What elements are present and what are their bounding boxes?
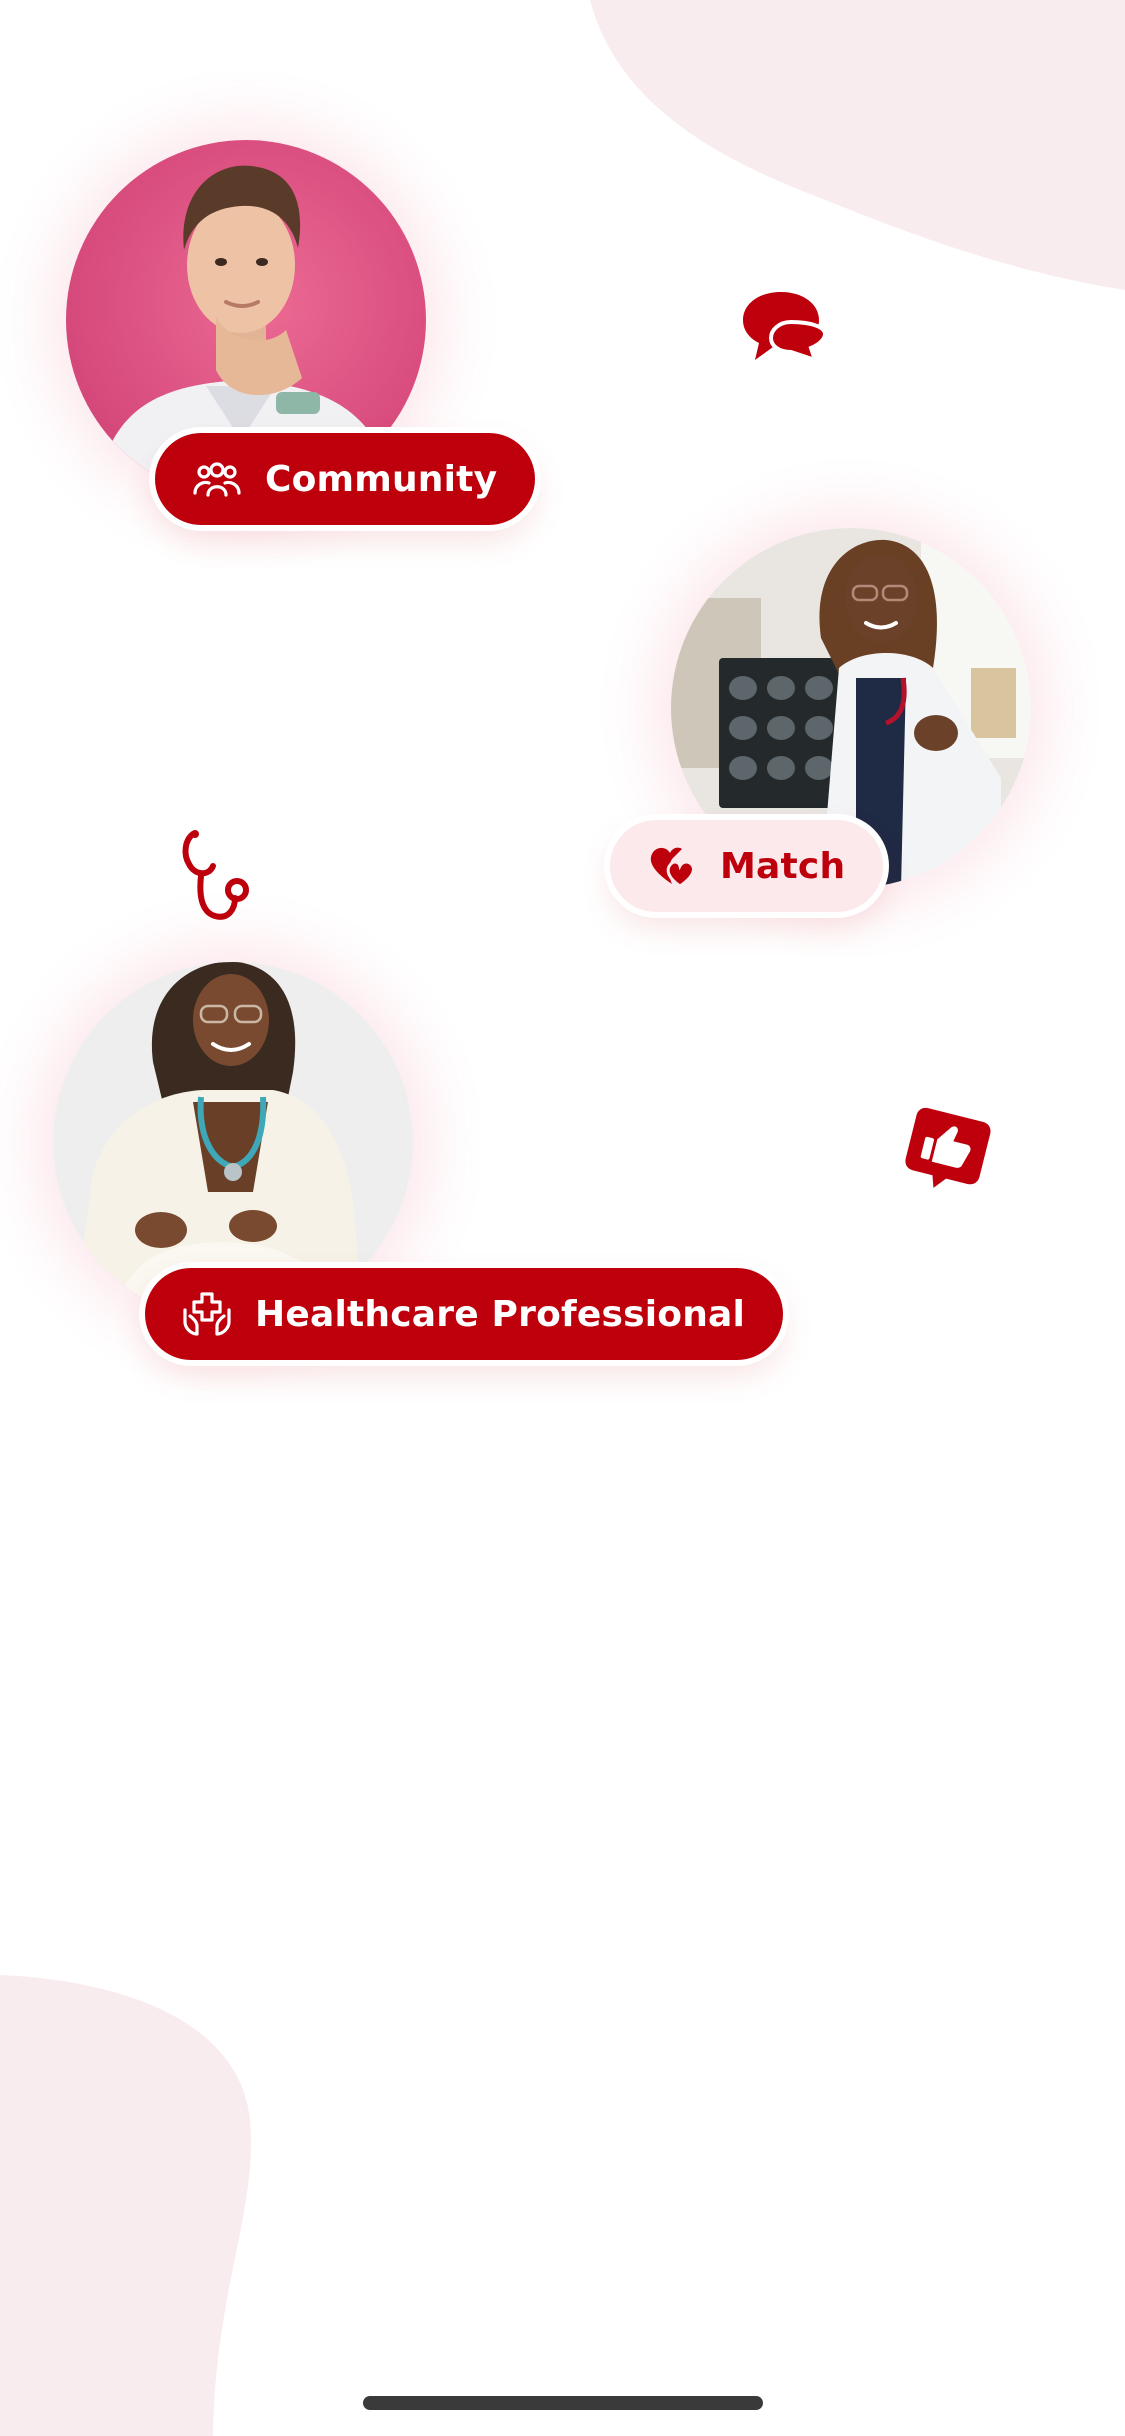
hearts-icon <box>646 840 698 892</box>
match-label: Match <box>720 845 846 887</box>
community-pill[interactable]: Community <box>155 433 536 525</box>
people-group-icon <box>191 453 243 505</box>
chat-bubbles-icon <box>743 292 827 364</box>
healthcare-professional-pill[interactable]: Healthcare Professional <box>145 1268 784 1360</box>
bottom-left-blob <box>0 1975 251 2436</box>
stethoscope-icon <box>182 830 249 920</box>
hands-medical-cross-icon <box>181 1288 233 1340</box>
community-label: Community <box>265 458 498 500</box>
healthcare-professional-label: Healthcare Professional <box>255 1293 746 1335</box>
match-pill[interactable]: Match <box>610 820 884 912</box>
home-indicator[interactable] <box>363 2396 763 2410</box>
thumbs-up-icon <box>905 1107 991 1188</box>
